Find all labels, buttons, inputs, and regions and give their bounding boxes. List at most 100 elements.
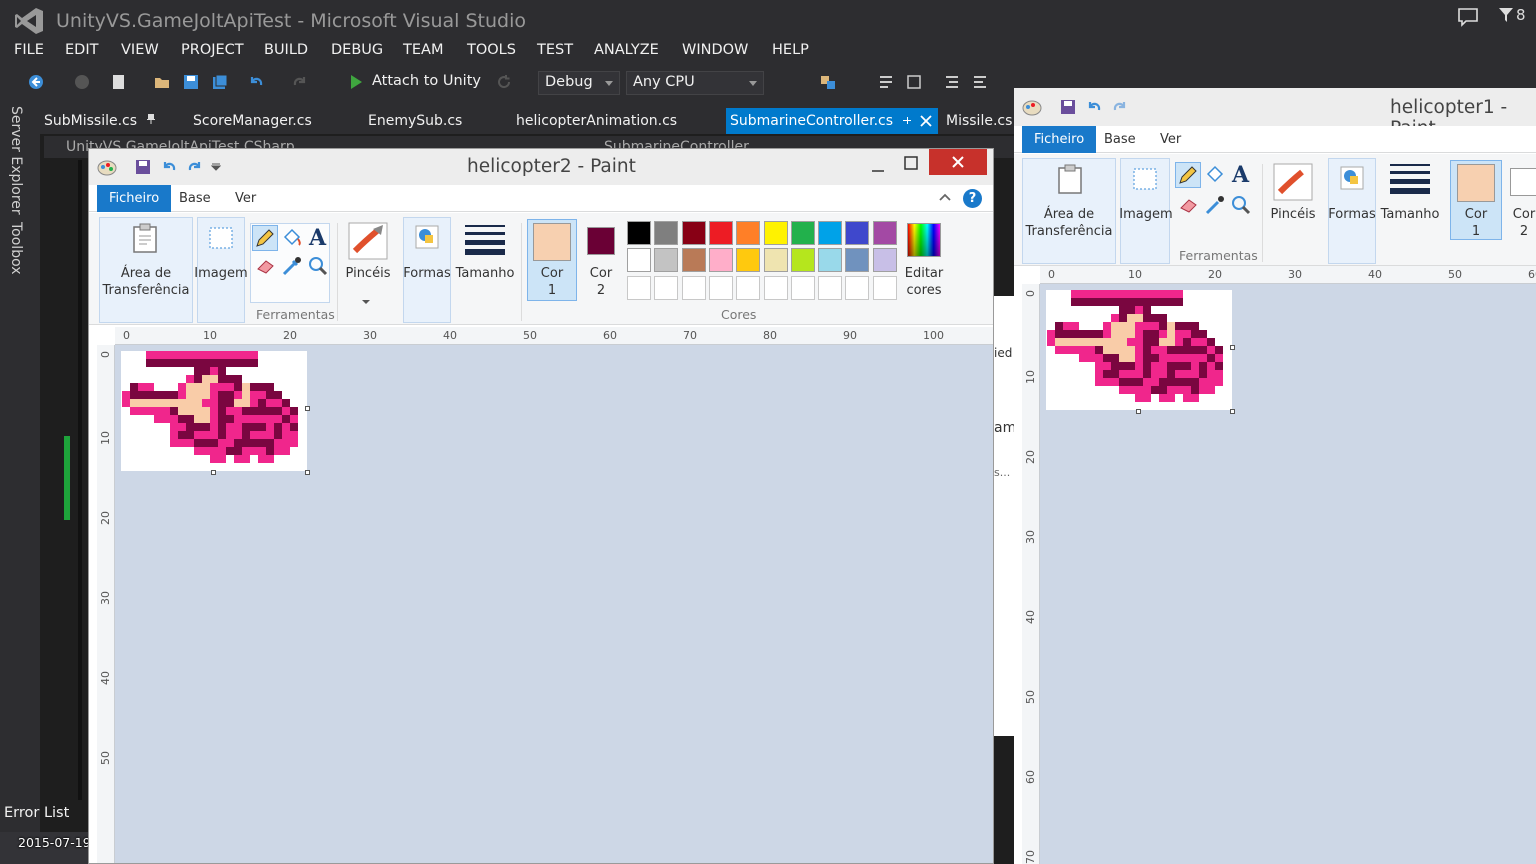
menu-window[interactable]: WINDOW <box>682 42 748 58</box>
palette-swatch[interactable] <box>790 248 815 273</box>
menu-team[interactable]: TEAM <box>403 42 443 58</box>
brushes-icon[interactable] <box>1272 162 1314 202</box>
color-picker-icon[interactable] <box>281 255 303 277</box>
resize-handle[interactable] <box>305 406 310 411</box>
brushes-icon[interactable] <box>347 221 389 261</box>
server-explorer-tab[interactable]: Server Explorer <box>8 106 24 215</box>
palette-swatch[interactable] <box>872 248 897 273</box>
palette-swatch-empty[interactable] <box>627 275 651 300</box>
palette-swatch[interactable] <box>818 248 843 273</box>
palette-swatch[interactable] <box>708 221 733 245</box>
filter-icon[interactable] <box>1498 7 1514 23</box>
tab-submissile[interactable]: SubMissile.cs <box>40 108 160 134</box>
refresh-icon[interactable] <box>496 74 512 90</box>
magnifier-icon[interactable] <box>307 255 329 277</box>
close-button[interactable] <box>929 149 987 175</box>
comment-icon[interactable] <box>944 74 960 90</box>
find-icon[interactable] <box>820 74 836 90</box>
palette-swatch-empty[interactable] <box>654 275 679 300</box>
size-icon[interactable] <box>1390 162 1430 194</box>
toolbox-tab[interactable]: Toolbox <box>8 222 24 275</box>
undo-icon[interactable] <box>1086 99 1102 115</box>
fill-bucket-icon[interactable] <box>1204 164 1226 186</box>
tab-file[interactable]: Ficheiro <box>97 185 172 212</box>
palette-swatch[interactable] <box>872 221 897 245</box>
collapse-ribbon-icon[interactable] <box>939 193 951 201</box>
menu-edit[interactable]: EDIT <box>65 42 98 58</box>
menu-file[interactable]: FILE <box>14 42 44 58</box>
redo-icon[interactable] <box>187 159 203 175</box>
tab-view[interactable]: Ver <box>1148 126 1193 153</box>
uncomment-icon[interactable] <box>972 74 988 90</box>
paint-app-icon[interactable] <box>1022 98 1042 116</box>
drawing-canvas[interactable] <box>1046 290 1232 410</box>
layout-icon[interactable] <box>906 74 922 90</box>
tab-view[interactable]: Ver <box>223 185 268 212</box>
tab-home[interactable]: Base <box>1092 126 1148 153</box>
save-icon[interactable] <box>1060 99 1076 115</box>
menu-help[interactable]: HELP <box>772 42 809 58</box>
minimize-icon[interactable] <box>871 163 885 173</box>
close-icon[interactable] <box>920 115 932 127</box>
redo-icon[interactable] <box>1112 99 1128 115</box>
help-icon[interactable]: ? <box>963 189 982 208</box>
palette-swatch-empty[interactable] <box>763 275 788 300</box>
tab-helicopteranimation[interactable]: helicopterAnimation.cs <box>512 108 681 134</box>
attach-to-unity-button[interactable]: Attach to Unity <box>372 73 481 89</box>
magnifier-icon[interactable] <box>1230 194 1252 216</box>
color2-swatch[interactable] <box>587 227 615 255</box>
align-icon[interactable] <box>878 74 894 90</box>
pin-icon[interactable] <box>146 113 156 125</box>
feedback-icon[interactable] <box>1457 7 1479 27</box>
paint-app-icon[interactable] <box>97 158 117 176</box>
open-icon[interactable] <box>154 74 170 90</box>
pencil-button[interactable] <box>1175 162 1201 188</box>
tab-submarinecontroller[interactable]: SubmarineController.cs <box>726 108 938 134</box>
palette-swatch[interactable] <box>845 221 870 245</box>
palette-swatch-empty[interactable] <box>845 275 870 300</box>
tab-scoremanager[interactable]: ScoreManager.cs <box>189 108 316 134</box>
save-all-icon[interactable] <box>212 74 228 90</box>
tab-missile[interactable]: Missile.cs <box>942 108 1016 134</box>
maximize-icon[interactable] <box>904 156 918 170</box>
color2-swatch[interactable] <box>1510 168 1536 196</box>
menu-view[interactable]: VIEW <box>121 42 159 58</box>
palette-swatch[interactable] <box>708 248 733 273</box>
resize-handle[interactable] <box>1136 409 1141 414</box>
palette-swatch[interactable] <box>627 221 651 245</box>
palette-swatch[interactable] <box>736 221 761 245</box>
pin-icon[interactable] <box>902 115 912 127</box>
customize-quick-access-icon[interactable] <box>211 163 221 171</box>
tab-home[interactable]: Base <box>167 185 223 212</box>
save-icon[interactable] <box>183 74 199 90</box>
palette-swatch[interactable] <box>818 221 843 245</box>
menu-build[interactable]: BUILD <box>264 42 308 58</box>
color-picker-icon[interactable] <box>1204 194 1226 216</box>
palette-swatch-empty[interactable] <box>790 275 815 300</box>
size-icon[interactable] <box>465 223 505 255</box>
palette-swatch-empty[interactable] <box>872 275 897 300</box>
text-tool-icon[interactable]: A <box>1232 162 1249 188</box>
new-project-icon[interactable] <box>110 74 126 90</box>
pencil-button[interactable] <box>252 225 278 251</box>
palette-swatch[interactable] <box>763 248 788 273</box>
tab-file[interactable]: Ficheiro <box>1022 126 1097 153</box>
save-icon[interactable] <box>135 159 151 175</box>
platform-select[interactable]: Any CPU <box>626 71 764 95</box>
text-tool-icon[interactable]: A <box>309 225 326 251</box>
edit-colors-icon[interactable] <box>907 223 941 257</box>
palette-swatch[interactable] <box>736 248 761 273</box>
resize-handle[interactable] <box>1230 409 1235 414</box>
back-icon[interactable] <box>28 74 44 90</box>
palette-swatch[interactable] <box>627 248 651 273</box>
palette-swatch-empty[interactable] <box>818 275 843 300</box>
palette-swatch-empty[interactable] <box>681 275 706 300</box>
eraser-icon[interactable] <box>255 255 277 275</box>
palette-swatch[interactable] <box>681 248 706 273</box>
tab-enemysub[interactable]: EnemySub.cs <box>364 108 466 134</box>
undo-icon[interactable] <box>161 159 177 175</box>
palette-swatch[interactable] <box>654 248 679 273</box>
resize-handle[interactable] <box>211 470 216 475</box>
undo-icon[interactable] <box>248 74 264 90</box>
start-debug-icon[interactable] <box>348 74 364 90</box>
